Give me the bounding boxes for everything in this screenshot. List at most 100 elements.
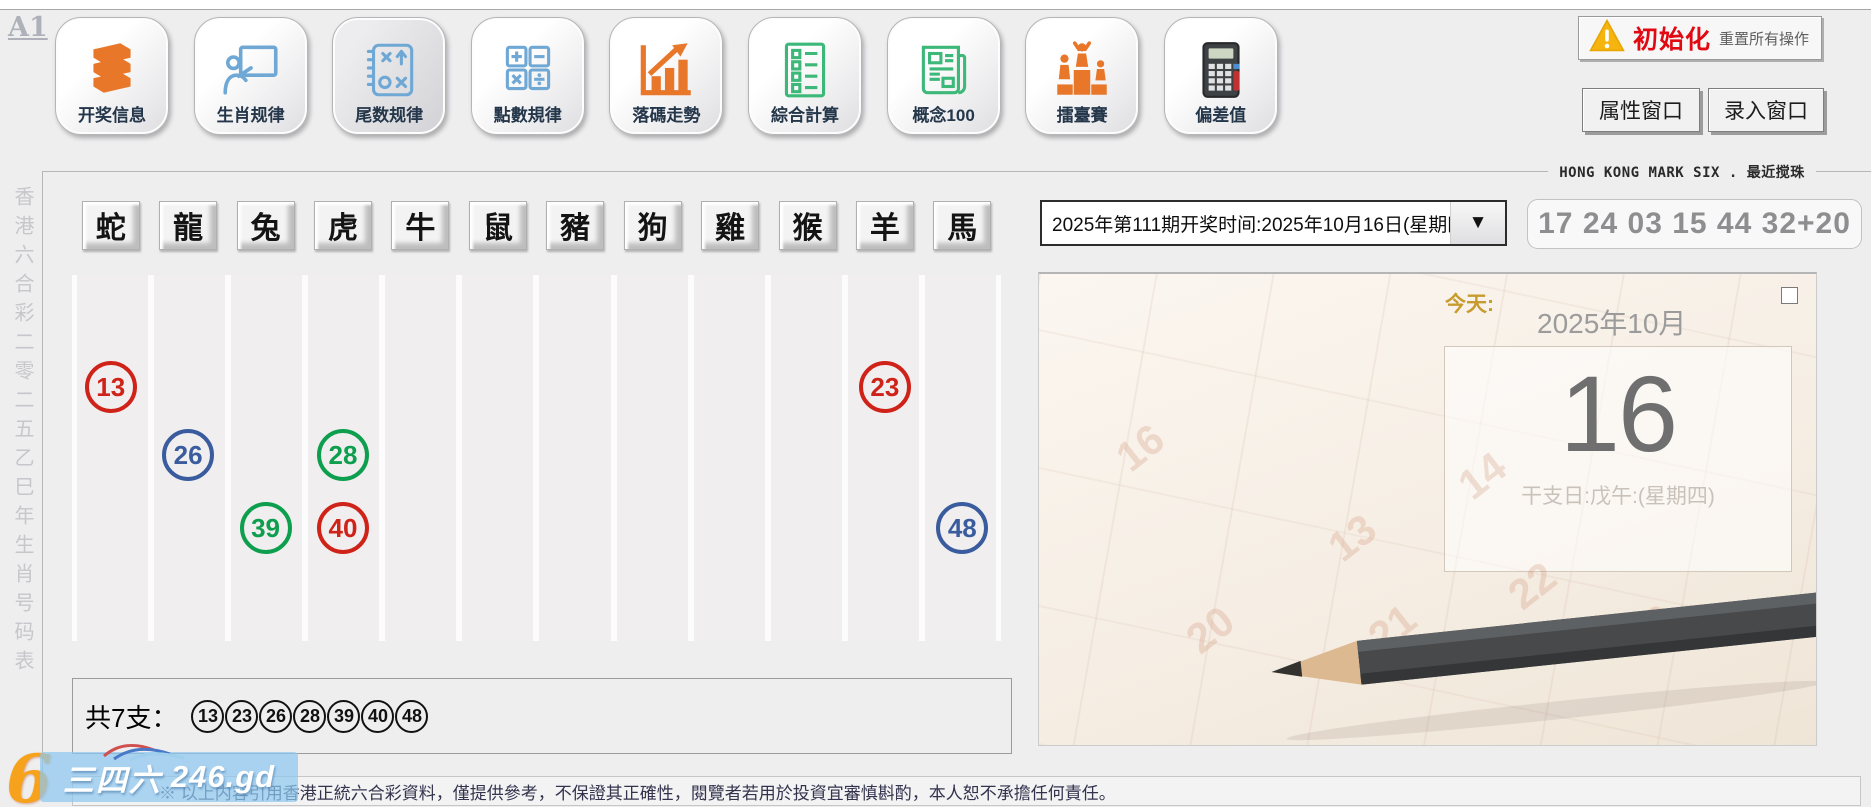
- grid-ball-39[interactable]: 39: [240, 502, 292, 554]
- calendar-checkbox[interactable]: [1781, 287, 1798, 304]
- grid-column: [385, 275, 456, 641]
- zodiac-slot: 羊: [846, 201, 923, 249]
- summary-ball-48: 48: [395, 700, 428, 733]
- trend-chart-icon: [633, 33, 699, 107]
- grid-column: [77, 275, 148, 641]
- zodiac-key[interactable]: 猴: [779, 201, 837, 250]
- zodiac-key[interactable]: 羊: [856, 201, 914, 250]
- pencil-image: [1209, 562, 1817, 746]
- zodiac-slot: 狗: [614, 201, 691, 249]
- grid-column: [462, 275, 533, 641]
- summary-balls: 13232628394048: [191, 700, 429, 733]
- summary-ball-40: 40: [361, 700, 394, 733]
- zodiac-key[interactable]: 鼠: [469, 201, 527, 250]
- grid-ball-13[interactable]: 13: [85, 361, 137, 413]
- toolbar-button-label: 尾数规律: [355, 107, 423, 134]
- initialize-label: 初始化: [1633, 20, 1711, 56]
- grid-column: [539, 275, 610, 641]
- period-dropdown-value: 2025年第111期开奖时间:2025年10月16日(星期四): [1042, 210, 1450, 237]
- toolbar-button-label: 擂臺賽: [1057, 107, 1108, 134]
- toolbar-button-label: 點數規律: [494, 107, 562, 134]
- zodiac-key[interactable]: 兔: [237, 201, 295, 250]
- watermark-domain: 246.gd: [171, 759, 275, 795]
- grid-column: [617, 275, 688, 641]
- zodiac-key[interactable]: 牛: [391, 201, 449, 250]
- zodiac-number-grid: 13 23 26 28 39 40 48: [72, 275, 1001, 641]
- zodiac-key[interactable]: 狗: [624, 201, 682, 250]
- presenter-icon: [218, 33, 284, 107]
- zodiac-key[interactable]: 馬: [933, 201, 991, 250]
- today-label: 今天:: [1445, 288, 1494, 318]
- toolbar-button-count-rule[interactable]: 點數規律: [471, 17, 585, 135]
- zodiac-slot: 蛇: [72, 201, 149, 249]
- toolbar-button-label: 开奖信息: [78, 107, 146, 134]
- zodiac-slot: 猴: [769, 201, 846, 249]
- corner-label: A1: [8, 12, 48, 43]
- zodiac-key[interactable]: 龍: [159, 201, 217, 250]
- summary-ball-23: 23: [225, 700, 258, 733]
- entry-window-button[interactable]: 录入窗口: [1708, 88, 1824, 132]
- calendar-panel: 今天: 2025年10月 16 干支日:戊午:(星期四) 13141620212…: [1038, 272, 1817, 746]
- zodiac-key[interactable]: 蛇: [82, 201, 140, 250]
- calendar-month: 2025年10月: [1537, 302, 1686, 342]
- zodiac-key[interactable]: 雞: [701, 201, 759, 250]
- side-caption: 香港六合彩二零二五乙巳年生肖号码表: [8, 186, 37, 679]
- period-dropdown[interactable]: 2025年第111期开奖时间:2025年10月16日(星期四) ▼: [1040, 200, 1507, 246]
- strategy-icon: [356, 33, 422, 107]
- grid-column: [925, 275, 996, 641]
- toolbar-button-tail-rule[interactable]: 尾数规律: [332, 17, 446, 135]
- toolbar-button-label: 偏差值: [1195, 107, 1246, 134]
- initialize-sublabel: 重置所有操作: [1719, 28, 1809, 49]
- calendar-day: 16: [1445, 357, 1791, 470]
- calculator-icon: [1188, 33, 1254, 107]
- summary-ball-39: 39: [327, 700, 360, 733]
- properties-window-button[interactable]: 属性窗口: [1582, 88, 1700, 132]
- summary-ball-26: 26: [259, 700, 292, 733]
- toolbar-button-arena[interactable]: 擂臺賽: [1025, 17, 1139, 135]
- warning-icon: [1589, 19, 1625, 57]
- toolbar-button-draw-info[interactable]: 开奖信息: [55, 17, 169, 135]
- grid-ball-23[interactable]: 23: [859, 361, 911, 413]
- initialize-button[interactable]: 初始化 重置所有操作: [1578, 16, 1822, 60]
- zodiac-key[interactable]: 豬: [546, 201, 604, 250]
- checklist-icon: [772, 33, 838, 107]
- grid-ball-48[interactable]: 48: [936, 502, 988, 554]
- toolbar-button-concept-100[interactable]: 概念100: [887, 17, 1001, 135]
- board-title: HONG KONG MARK SIX . 最近搅珠: [1548, 160, 1816, 184]
- zodiac-slot: 牛: [382, 201, 459, 249]
- faint-number: 16: [1107, 415, 1173, 482]
- grid-column: [848, 275, 919, 641]
- toolbar-button-zodiac-rule[interactable]: 生肖规律: [194, 17, 308, 135]
- summary-label: 共7支：: [85, 698, 177, 735]
- summary-ball-13: 13: [191, 700, 224, 733]
- zodiac-slot: 豬: [537, 201, 614, 249]
- toolbar-button-label: 生肖规律: [217, 107, 285, 134]
- app-window: A1 开奖信息 生肖规律 尾数规律 點數規律 落碼走勢 綜合計算 概念100 擂臺賽 偏差值 初…: [0, 0, 1871, 807]
- toolbar-button-composite-calc[interactable]: 綜合計算: [748, 17, 862, 135]
- zodiac-slot: 兔: [227, 201, 304, 249]
- zodiac-slot: 馬: [924, 201, 1001, 249]
- grid-ball-26[interactable]: 26: [162, 429, 214, 481]
- zodiac-slot: 雞: [691, 201, 768, 249]
- toolbar-button-label: 綜合計算: [771, 107, 839, 134]
- chevron-down-icon[interactable]: ▼: [1450, 202, 1505, 244]
- podium-icon: [1049, 33, 1115, 107]
- zodiac-slot: 鼠: [459, 201, 536, 249]
- latest-numbers: 17 24 03 15 44 32+20: [1527, 199, 1862, 249]
- grid-ball-28[interactable]: 28: [317, 429, 369, 481]
- watermark: 6 三四六 246.gd: [0, 738, 320, 807]
- top-strip: [0, 0, 1871, 10]
- grid-ball-40[interactable]: 40: [317, 502, 369, 554]
- zodiac-row: 蛇龍兔虎牛鼠豬狗雞猴羊馬: [72, 201, 1001, 249]
- toolbar-button-label: 落碼走勢: [632, 107, 700, 134]
- ribbon-icon: [100, 740, 190, 762]
- books-icon: [79, 33, 145, 107]
- zodiac-key[interactable]: 虎: [314, 201, 372, 250]
- grid-column: [771, 275, 842, 641]
- vertical-divider: [42, 171, 43, 776]
- zodiac-slot: 龍: [149, 201, 226, 249]
- toolbar-button-trend[interactable]: 落碼走勢: [609, 17, 723, 135]
- toolbar-button-deviation[interactable]: 偏差值: [1164, 17, 1278, 135]
- zodiac-slot: 虎: [304, 201, 381, 249]
- toolbar-button-label: 概念100: [912, 107, 974, 134]
